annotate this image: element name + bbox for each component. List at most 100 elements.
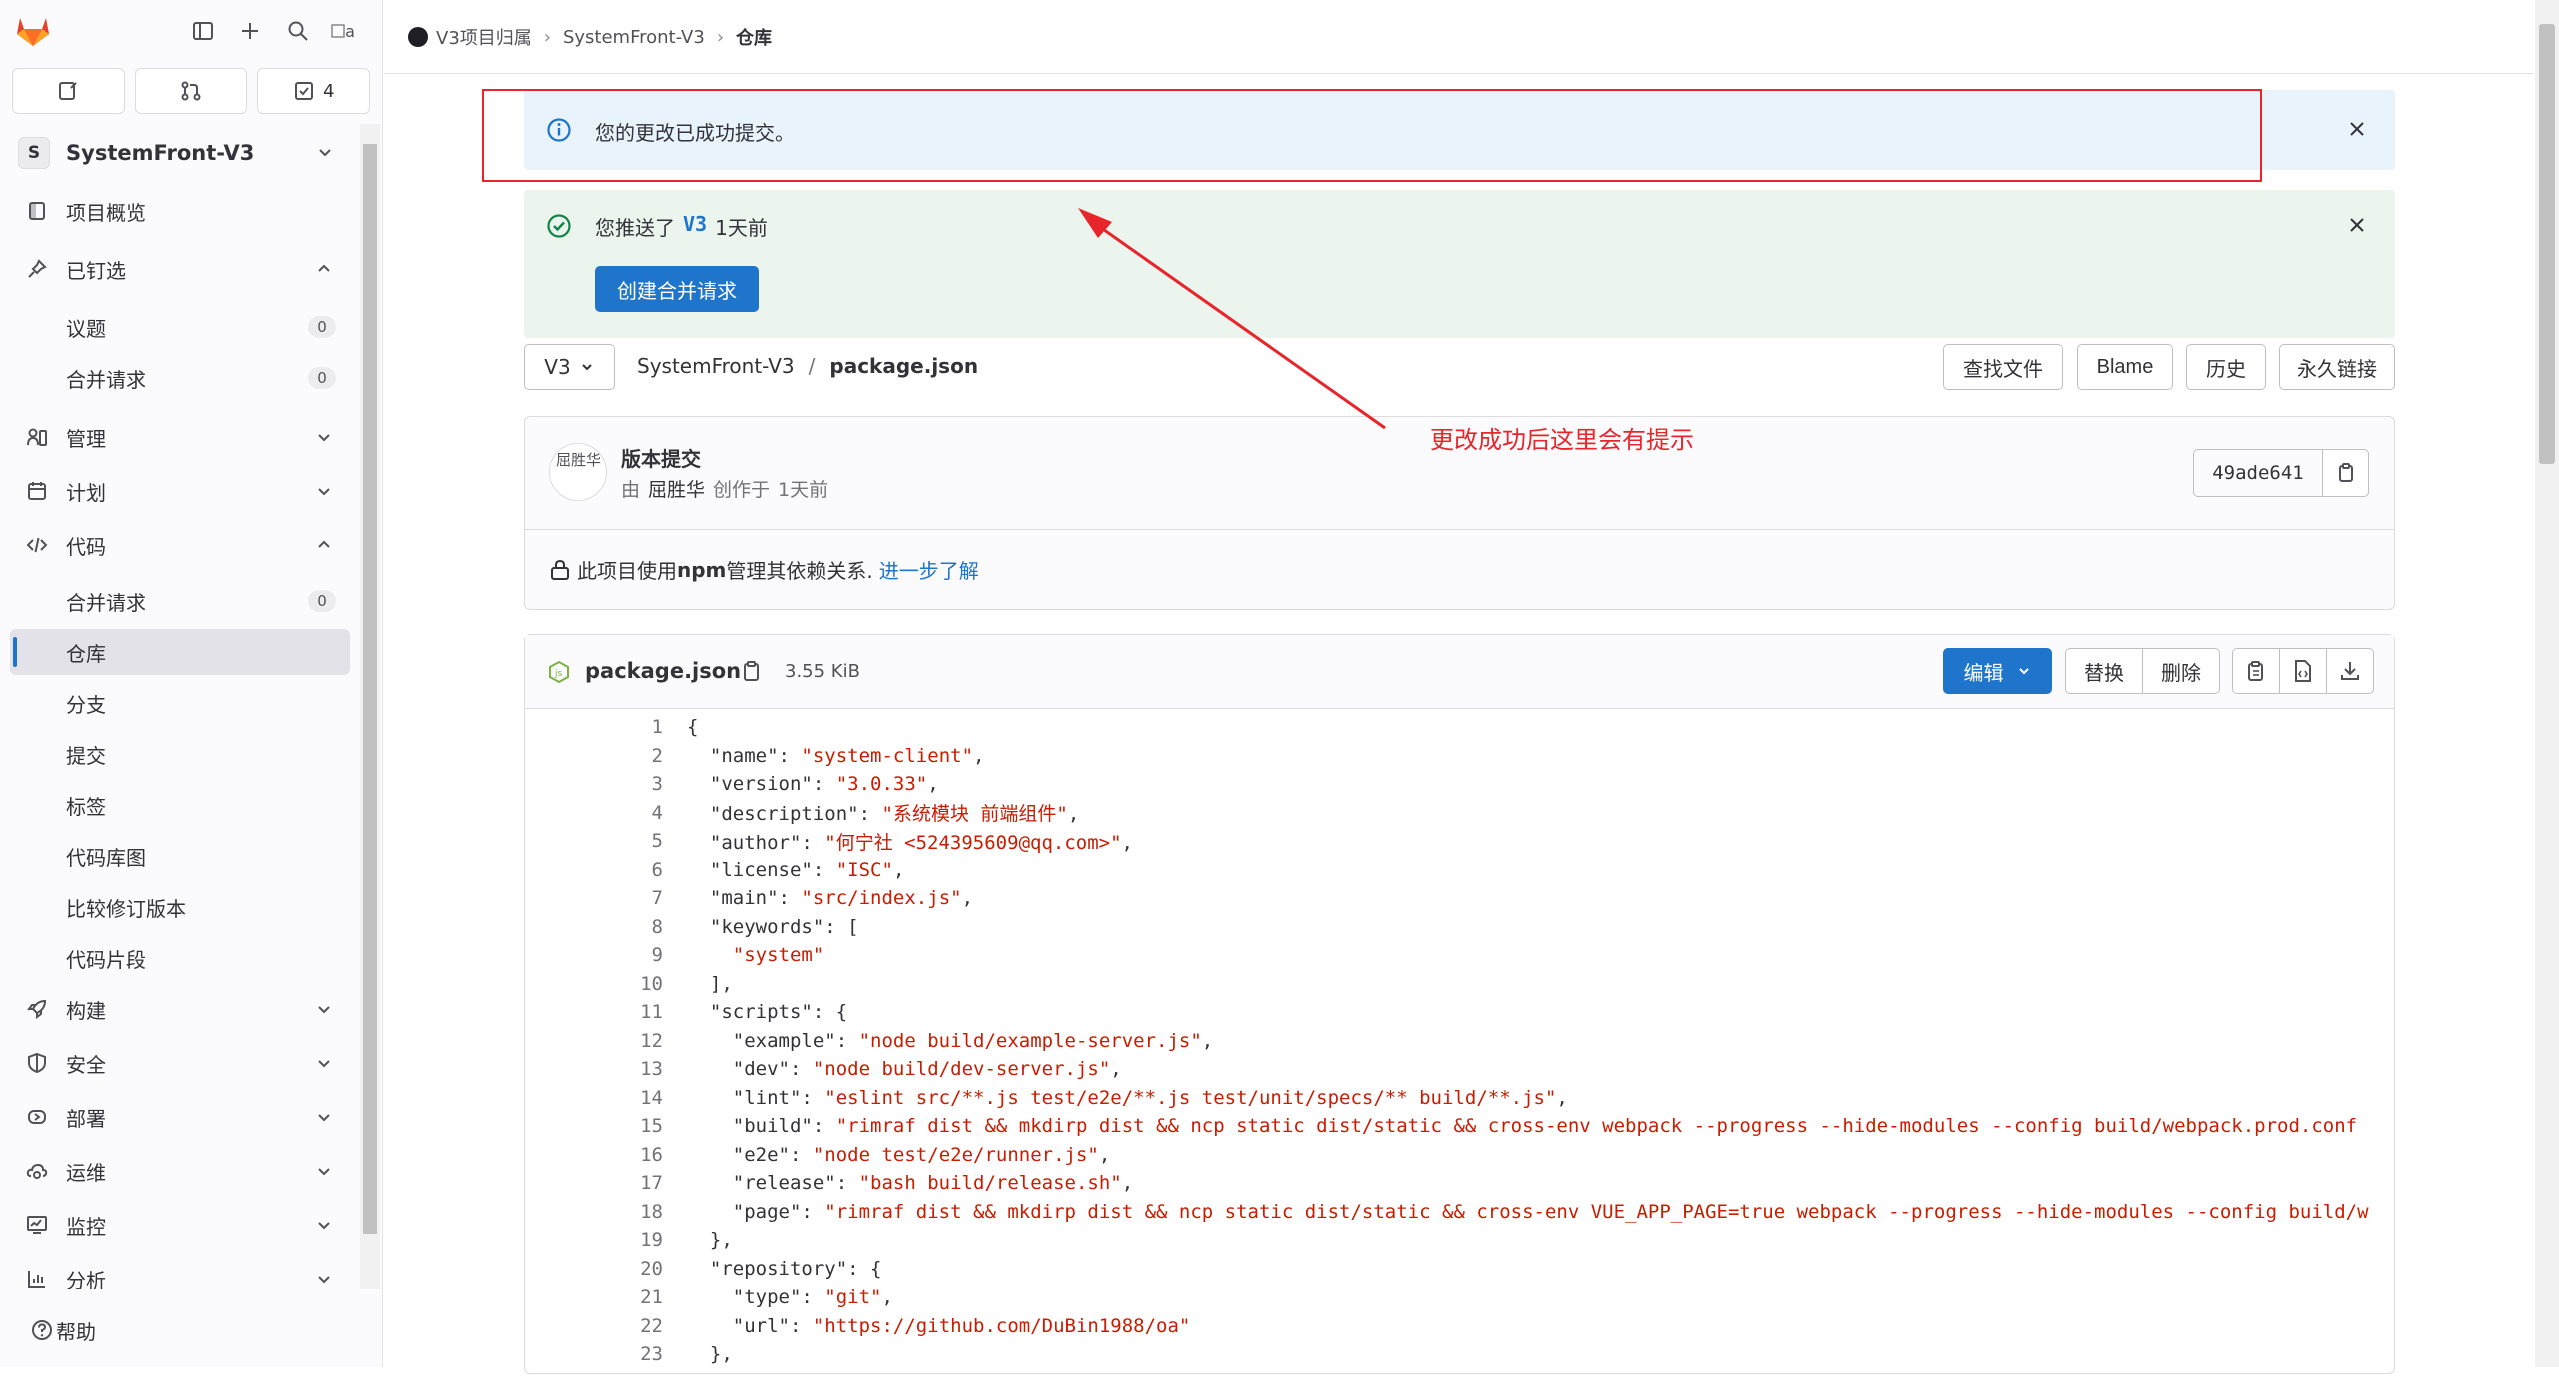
nav-code-compare[interactable]: 比较修订版本 <box>10 884 350 930</box>
gitlab-logo-icon[interactable] <box>16 14 50 48</box>
breadcrumb-group[interactable]: V3项目归属 <box>436 24 532 50</box>
nav-code[interactable]: 代码 <box>10 522 350 568</box>
commit-title[interactable]: 版本提交 <box>621 443 701 472</box>
line-number[interactable]: 10 <box>525 973 663 995</box>
todos-tab[interactable]: 4 <box>257 68 371 114</box>
close-icon[interactable] <box>2345 213 2369 237</box>
line-number[interactable]: 22 <box>525 1315 663 1337</box>
path-project[interactable]: SystemFront-V3 <box>637 354 795 378</box>
blame-button[interactable]: Blame <box>2077 344 2173 390</box>
commit-author-link[interactable]: 屈胜华 <box>648 475 705 502</box>
path-file[interactable]: package.json <box>829 354 978 378</box>
breadcrumb-current[interactable]: 仓库 <box>736 24 772 50</box>
code-line: 21 "type": "git", <box>525 1283 893 1311</box>
create-merge-request-button[interactable]: 创建合并请求 <box>595 266 759 312</box>
create-new-icon[interactable] <box>233 14 267 48</box>
line-number[interactable]: 18 <box>525 1201 663 1223</box>
download-button[interactable] <box>2326 648 2374 694</box>
line-number[interactable]: 16 <box>525 1144 663 1166</box>
nav-pinned-merge-requests[interactable]: 合并请求 0 <box>10 355 350 401</box>
user-avatar[interactable]: a <box>326 14 360 48</box>
copy-contents-button[interactable] <box>2232 648 2280 694</box>
nav-label: 合并请求 <box>66 367 146 392</box>
code-line: 14 "lint": "eslint src/**.js test/e2e/**… <box>525 1084 1568 1112</box>
nav-operate[interactable]: 运维 <box>10 1148 350 1194</box>
nav-code-commits[interactable]: 提交 <box>10 731 350 777</box>
copy-icon <box>744 661 759 681</box>
nav-pinned[interactable]: 已钉选 <box>10 246 350 292</box>
nav-analyze[interactable]: 分析 <box>10 1256 350 1289</box>
nav-deploy[interactable]: 部署 <box>10 1094 350 1140</box>
permalink-button[interactable]: 永久链接 <box>2279 344 2395 390</box>
copy-path-button[interactable] <box>741 659 763 687</box>
replace-button[interactable]: 替换 <box>2065 648 2143 694</box>
nav-code-tags[interactable]: 标签 <box>10 782 350 828</box>
count-badge: 0 <box>308 316 336 338</box>
line-number[interactable]: 20 <box>525 1258 663 1280</box>
edit-dropdown-button[interactable]: 编辑 <box>1943 648 2052 694</box>
nav-code-branches[interactable]: 分支 <box>10 680 350 726</box>
lock-icon <box>551 559 569 580</box>
line-number[interactable]: 15 <box>525 1115 663 1137</box>
line-number[interactable]: 11 <box>525 1001 663 1023</box>
sidebar-scrollbar-thumb[interactable] <box>363 144 377 1234</box>
commit-sha[interactable]: 49ade641 <box>2193 449 2323 497</box>
issues-tab[interactable] <box>12 68 125 114</box>
help-button[interactable]: 帮助 <box>10 1310 96 1350</box>
line-number[interactable]: 14 <box>525 1087 663 1109</box>
line-number[interactable]: 9 <box>525 944 663 966</box>
line-number[interactable]: 23 <box>525 1343 663 1365</box>
breadcrumb-project[interactable]: SystemFront-V3 <box>563 27 705 48</box>
open-raw-button[interactable] <box>2279 648 2327 694</box>
page-scrollbar-thumb[interactable] <box>2539 24 2555 464</box>
line-number[interactable]: 12 <box>525 1030 663 1052</box>
question-icon <box>32 1320 52 1340</box>
help-label: 帮助 <box>56 1319 96 1344</box>
merge-requests-tab[interactable] <box>134 68 248 114</box>
line-number[interactable]: 5 <box>525 830 663 852</box>
branch-selector[interactable]: V3 <box>524 344 615 390</box>
commit-by: 由 <box>621 479 641 501</box>
nav-code-graph[interactable]: 代码库图 <box>10 833 350 879</box>
nav-pinned-issues[interactable]: 议题 0 <box>10 304 350 350</box>
line-number[interactable]: 8 <box>525 916 663 938</box>
nav-code-snippets[interactable]: 代码片段 <box>10 935 350 981</box>
delete-button[interactable]: 删除 <box>2142 648 2220 694</box>
deployments-icon <box>24 1104 50 1130</box>
history-button[interactable]: 历史 <box>2186 344 2266 390</box>
sidebar-toggle-icon[interactable] <box>186 14 220 48</box>
push-branch-link[interactable]: V3 <box>683 212 707 241</box>
author-avatar[interactable]: 屈胜华 <box>549 443 607 501</box>
line-number[interactable]: 19 <box>525 1229 663 1251</box>
file-breadcrumb: SystemFront-V3 / package.json <box>637 354 978 378</box>
nav-build[interactable]: 构建 <box>10 986 350 1032</box>
learn-more-link[interactable]: 进一步了解 <box>879 555 979 584</box>
line-number[interactable]: 4 <box>525 802 663 824</box>
nav-monitor[interactable]: 监控 <box>10 1202 350 1248</box>
line-number[interactable]: 2 <box>525 745 663 767</box>
line-number[interactable]: 3 <box>525 773 663 795</box>
code-line: 11 "scripts": { <box>525 998 847 1026</box>
close-icon[interactable] <box>2345 117 2369 141</box>
line-number[interactable]: 17 <box>525 1172 663 1194</box>
code-text: "url": "https://github.com/DuBin1988/oa" <box>732 1314 1191 1337</box>
nav-plan[interactable]: 计划 <box>10 468 350 514</box>
nav-code-merge-requests[interactable]: 合并请求 0 <box>10 578 350 624</box>
find-file-button[interactable]: 查找文件 <box>1943 344 2063 390</box>
code-text: "description": "系统模块 前端组件", <box>709 803 1080 825</box>
project-icon <box>24 198 50 224</box>
project-switcher[interactable]: S SystemFront-V3 <box>10 128 350 178</box>
line-number[interactable]: 13 <box>525 1058 663 1080</box>
nav-code-repository[interactable]: 仓库 <box>10 629 350 675</box>
nav-project-overview[interactable]: 项目概览 <box>10 188 350 234</box>
code-line: 10 ], <box>525 970 733 998</box>
line-number[interactable]: 21 <box>525 1286 663 1308</box>
line-number[interactable]: 7 <box>525 887 663 909</box>
nav-manage[interactable]: 管理 <box>10 414 350 460</box>
line-number[interactable]: 1 <box>525 716 663 738</box>
copy-sha-button[interactable] <box>2323 449 2369 497</box>
search-icon[interactable] <box>281 14 315 48</box>
nav-secure[interactable]: 安全 <box>10 1040 350 1086</box>
code-line: 17 "release": "bash build/release.sh", <box>525 1169 1133 1197</box>
line-number[interactable]: 6 <box>525 859 663 881</box>
